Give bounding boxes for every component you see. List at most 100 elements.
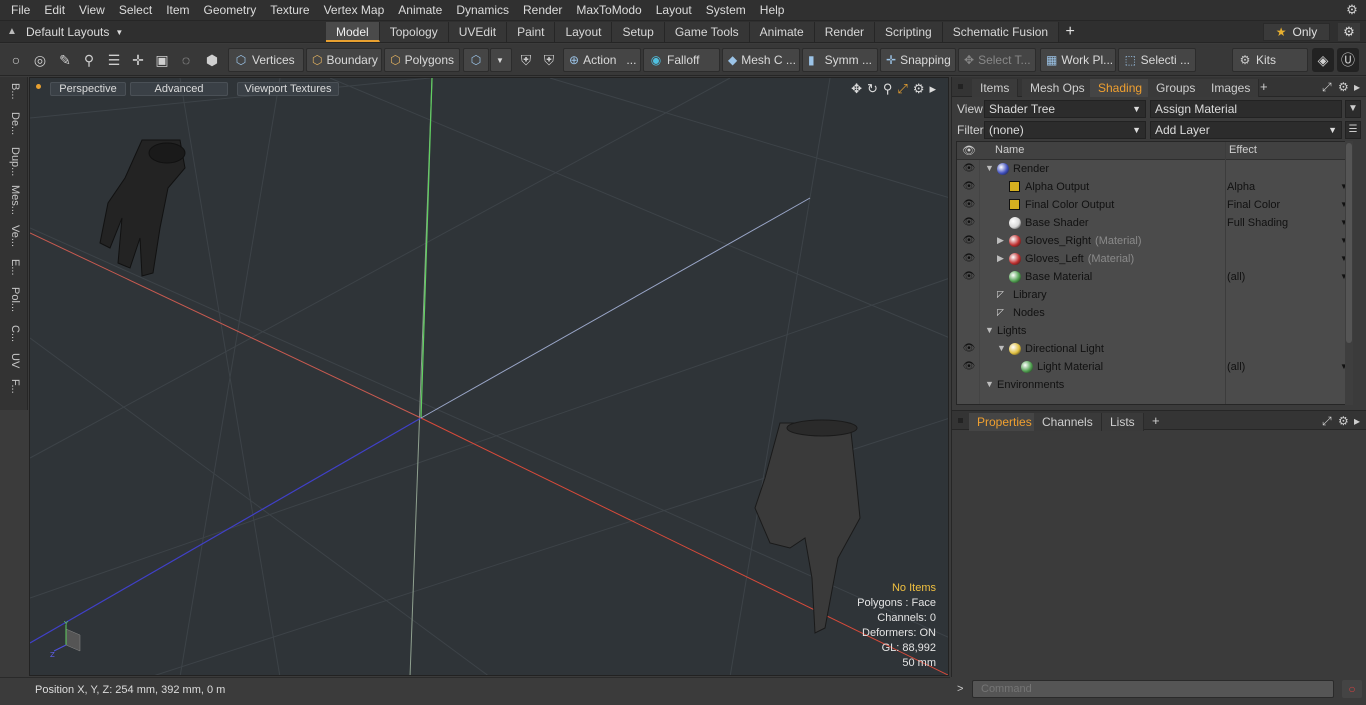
- symmetry-button[interactable]: ▮ Symm ...: [802, 48, 878, 72]
- 3d-viewport[interactable]: Perspective Advanced Viewport Textures ✥…: [29, 77, 949, 676]
- visibility-eye-icon[interactable]: 👁: [962, 361, 976, 373]
- item-mode-button[interactable]: ⬡: [463, 48, 489, 72]
- tab-lists[interactable]: Lists: [1102, 413, 1144, 431]
- filter-dropdown[interactable]: (none) ▼: [984, 121, 1146, 139]
- globe-icon[interactable]: ◎: [29, 48, 51, 72]
- chevron-right-icon[interactable]: ▸: [1354, 80, 1360, 94]
- shader-tree-row[interactable]: ◸ Nodes: [957, 304, 1350, 322]
- visibility-eye-icon[interactable]: 👁: [962, 199, 976, 211]
- menu-dynamics[interactable]: Dynamics: [449, 0, 516, 21]
- rotate-view-icon[interactable]: ↻: [867, 81, 878, 97]
- tab-model[interactable]: Model: [326, 22, 380, 42]
- work-plane-button[interactable]: ▦ Work Pl...: [1040, 48, 1116, 72]
- tab-images[interactable]: Images: [1203, 79, 1260, 97]
- shader-tree-row[interactable]: 👁 ▶ Gloves_Left (Material) ▼: [957, 250, 1350, 268]
- tab-setup[interactable]: Setup: [612, 22, 665, 42]
- menu-vertex-map[interactable]: Vertex Map: [317, 0, 392, 21]
- only-button[interactable]: ★ Only: [1263, 23, 1330, 41]
- tab-topology[interactable]: Topology: [379, 22, 449, 42]
- move-view-icon[interactable]: ✥: [851, 81, 862, 97]
- advanced-button[interactable]: Advanced: [130, 82, 228, 96]
- mesh-constraints-button[interactable]: ◆ Mesh C ...: [722, 48, 800, 72]
- add-tab-plus-icon[interactable]: +: [1260, 79, 1268, 94]
- tab-render[interactable]: Render: [814, 22, 876, 42]
- visibility-eye-icon[interactable]: 👁: [962, 271, 976, 283]
- add-tab-plus-icon[interactable]: +: [1152, 413, 1160, 428]
- tab-game-tools[interactable]: Game Tools: [664, 22, 750, 42]
- strip-tab-polygon[interactable]: Pol...: [5, 287, 21, 319]
- tab-animate[interactable]: Animate: [749, 22, 815, 42]
- menu-view[interactable]: View: [72, 0, 112, 21]
- menu-geometry[interactable]: Geometry: [197, 0, 264, 21]
- collapse-arrow-icon[interactable]: ▶: [997, 235, 1004, 246]
- tab-channels[interactable]: Channels: [1034, 413, 1102, 431]
- viewport-textures-button[interactable]: Viewport Textures: [237, 82, 339, 96]
- strip-tab-edge[interactable]: E...: [5, 259, 21, 281]
- menu-render[interactable]: Render: [516, 0, 569, 21]
- brush-icon[interactable]: ⚲: [78, 48, 100, 72]
- strip-tab-mesh[interactable]: Mes...: [5, 185, 21, 217]
- center-icon[interactable]: ✛: [127, 48, 149, 72]
- pen-icon[interactable]: ✎: [54, 48, 76, 72]
- kits-button[interactable]: ⚙ Kits: [1232, 48, 1308, 72]
- falloff-button[interactable]: ◉ Falloff: [643, 48, 720, 72]
- tab-uvedit[interactable]: UVEdit: [448, 22, 508, 42]
- add-layer-dropdown[interactable]: Add Layer ▼: [1150, 121, 1342, 139]
- tab-layout[interactable]: Layout: [555, 22, 613, 42]
- boundary-button[interactable]: ⬡ Boundary: [306, 48, 382, 72]
- select-through-button[interactable]: ✥ Select T...: [958, 48, 1036, 72]
- add-tab-plus-icon[interactable]: +: [1059, 22, 1081, 42]
- funnel-icon[interactable]: ▼: [1345, 100, 1361, 118]
- shader-tree-row[interactable]: 👁 Light Material (all) ▼: [957, 358, 1350, 376]
- shader-tree-row[interactable]: 👁 Base Shader Full Shading ▼: [957, 214, 1350, 232]
- expand-arrow-icon[interactable]: ▼: [985, 325, 994, 335]
- record-icon[interactable]: ○: [1342, 680, 1362, 698]
- menu-edit[interactable]: Edit: [37, 0, 72, 21]
- chevron-right-icon[interactable]: ▸: [929, 81, 936, 97]
- tab-paint[interactable]: Paint: [507, 22, 556, 42]
- panel-gear-icon[interactable]: ⚙: [1338, 80, 1349, 94]
- menu-layout[interactable]: Layout: [649, 0, 699, 21]
- selection-sets-button[interactable]: ⬚ Selecti ...: [1118, 48, 1196, 72]
- strip-tab-fusion[interactable]: F...: [5, 379, 21, 403]
- maximize-icon[interactable]: ⤢: [897, 81, 907, 97]
- tab-properties[interactable]: Properties: [969, 413, 1041, 431]
- chevron-right-icon[interactable]: ▸: [1354, 414, 1360, 428]
- unity-icon[interactable]: ◈: [1312, 48, 1334, 72]
- layouts-dropdown[interactable]: ▲ Default Layouts ▼: [4, 23, 123, 41]
- menu-system[interactable]: System: [699, 0, 753, 21]
- perspective-button[interactable]: Perspective: [50, 82, 126, 96]
- menu-maxtomodo[interactable]: MaxToModo: [569, 0, 648, 21]
- tab-mesh-ops[interactable]: Mesh Ops: [1022, 79, 1094, 97]
- layout-gear-icon[interactable]: ⚙: [1338, 23, 1360, 41]
- layout-home-icon[interactable]: ▲: [4, 24, 20, 40]
- visibility-eye-icon[interactable]: 👁: [962, 343, 976, 355]
- strip-tab-basic[interactable]: B...: [5, 83, 21, 105]
- shader-row-effect[interactable]: (all): [1227, 361, 1245, 373]
- viewport-menu-dot[interactable]: [36, 84, 41, 89]
- polygons-button[interactable]: ⬡ Polygons: [384, 48, 460, 72]
- snap-shield-icon[interactable]: ⛨: [538, 48, 560, 72]
- shader-tree-row[interactable]: ▼ Lights: [957, 322, 1350, 340]
- menu-item[interactable]: Item: [159, 0, 196, 21]
- tab-items[interactable]: Items: [972, 79, 1019, 97]
- visibility-eye-icon[interactable]: 👁: [962, 163, 976, 175]
- panel-menu-dot[interactable]: [958, 418, 963, 423]
- strip-tab-deform[interactable]: De...: [5, 112, 21, 140]
- vertices-button[interactable]: ⬡ Vertices: [228, 48, 304, 72]
- tab-scripting[interactable]: Scripting: [875, 22, 943, 42]
- shader-tree-row[interactable]: 👁 Final Color Output Final Color ▼: [957, 196, 1350, 214]
- expand-arrow-icon[interactable]: ▼: [997, 343, 1006, 353]
- visibility-eye-icon[interactable]: 👁: [962, 253, 976, 265]
- shader-tree-row[interactable]: 👁 ▶ Gloves_Right (Material) ▼: [957, 232, 1350, 250]
- visibility-eye-icon[interactable]: 👁: [962, 181, 976, 193]
- shader-row-effect[interactable]: Alpha: [1227, 181, 1255, 193]
- shader-row-effect[interactable]: (all): [1227, 271, 1245, 283]
- shaded-cube-icon[interactable]: ⬢: [201, 48, 223, 72]
- menu-file[interactable]: File: [4, 0, 37, 21]
- select-circle-icon[interactable]: ○: [5, 48, 27, 72]
- tab-groups[interactable]: Groups: [1148, 79, 1205, 97]
- symmetry-shield-icon[interactable]: ⛨: [515, 48, 537, 72]
- menu-help[interactable]: Help: [753, 0, 792, 21]
- strip-tab-uv[interactable]: UV: [5, 353, 21, 373]
